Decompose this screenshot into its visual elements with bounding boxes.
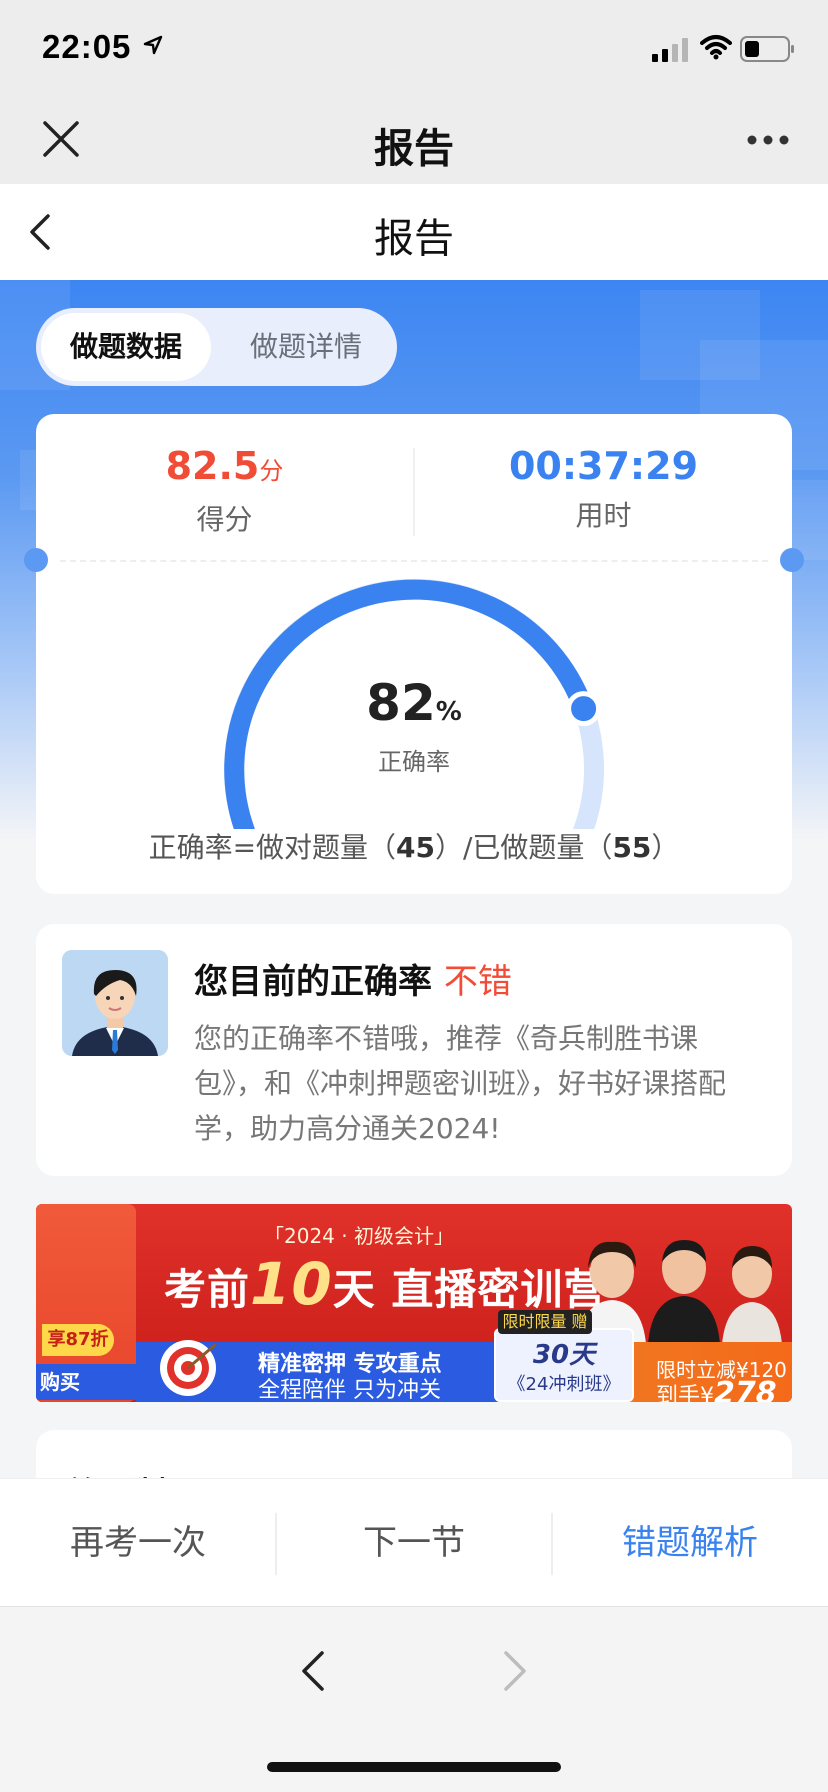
advice-card: 您目前的正确率 不错 您的正确率不错哦，推荐《奇兵制胜书课包》，和《冲刺押题密训… xyxy=(36,924,792,1176)
gift-badge: 限时限量 赠 xyxy=(498,1310,592,1334)
score-card: 82.5分 得分 00:37:29 用时 82% 正确率 正确率=做对题量（45… xyxy=(24,414,804,894)
gift-book: 30天 《24冲刺班》 xyxy=(494,1328,634,1402)
promo-banner[interactable]: 享87折 购买 「2024 · 初级会计」 考前10天 直播密训营 精准密押 专… xyxy=(36,1204,792,1402)
advisor-avatar xyxy=(62,950,168,1056)
target-icon xyxy=(160,1340,217,1396)
wrong-answers-button[interactable]: 错题解析 xyxy=(552,1479,828,1607)
wifi-icon xyxy=(700,35,732,60)
advice-body: 您的正确率不错哦，推荐《奇兵制胜书课包》，和《冲刺押题密训班》，好书好课搭配学，… xyxy=(194,1022,727,1145)
card-notch-right xyxy=(780,548,804,572)
tab-practice-details[interactable]: 做题详情 xyxy=(221,313,391,381)
location-arrow-icon xyxy=(143,35,163,55)
nav-title: 报告 xyxy=(374,126,454,172)
more-options-icon[interactable] xyxy=(746,134,790,146)
page-title: 报告 xyxy=(374,216,454,262)
score-label: 得分 xyxy=(196,503,253,536)
home-indicator xyxy=(267,1762,561,1772)
bottom-action-bar: 再考一次 下一节 错题解析 xyxy=(0,1478,828,1606)
accuracy-percent: 82% xyxy=(366,674,462,732)
next-section-button[interactable]: 下一节 xyxy=(276,1479,552,1607)
banner-headline: 考前10天 直播密训营 xyxy=(164,1250,607,1318)
accuracy-formula: 正确率=做对题量（45）/已做题量（55） xyxy=(148,831,680,864)
top-nav-bar: 报告 xyxy=(0,96,828,184)
price-final: 到手¥278 xyxy=(656,1376,777,1402)
discount-pill: 享87折 xyxy=(42,1324,114,1356)
advice-heading: 您目前的正确率 不错 xyxy=(194,962,512,1002)
cellular-signal-icon xyxy=(652,38,688,62)
rating-highlight: 不错 xyxy=(443,962,512,1002)
tab-practice-data[interactable]: 做题数据 xyxy=(41,313,211,381)
report-tabs: 做题数据 做题详情 xyxy=(36,308,397,386)
buy-label: 购买 xyxy=(36,1364,136,1400)
page-header: 报告 xyxy=(0,184,828,280)
banner-left-ad[interactable]: 享87折 购买 xyxy=(36,1204,136,1402)
banner-slogan-2: 全程陪伴 只为冲关 xyxy=(258,1378,441,1402)
time-label: 用时 xyxy=(575,499,632,532)
dashed-divider xyxy=(60,560,768,562)
time-value: 00:37:29 xyxy=(508,444,699,488)
accuracy-label: 正确率 xyxy=(378,748,450,776)
battery-icon xyxy=(740,36,794,62)
status-bar: 22:05 xyxy=(0,0,828,96)
status-time: 22:05 xyxy=(42,28,132,65)
correct-count: 45 xyxy=(396,831,435,864)
retry-button[interactable]: 再考一次 xyxy=(0,1479,276,1607)
done-count: 55 xyxy=(612,831,652,864)
banner-tag: 「2024 · 初级会计」 xyxy=(264,1224,454,1248)
browser-back-icon[interactable] xyxy=(298,1649,328,1693)
card-notch-left xyxy=(24,548,48,572)
score-value: 82.5分 xyxy=(165,444,284,488)
browser-forward-icon[interactable] xyxy=(500,1649,530,1693)
